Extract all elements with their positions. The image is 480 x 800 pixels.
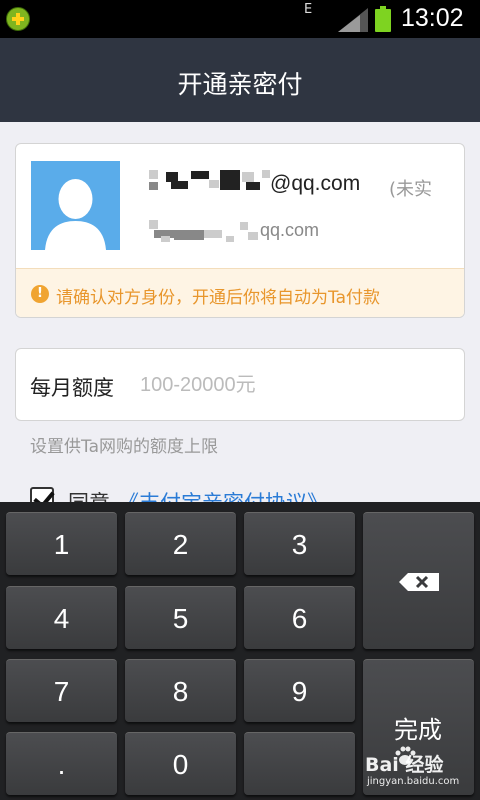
key-6[interactable]: 6 (244, 586, 355, 649)
monthly-limit-field[interactable]: 每月额度 (15, 348, 465, 421)
title-bar: 开通亲密付 (0, 38, 480, 122)
done-label: 完成 (394, 716, 442, 744)
key-4[interactable]: 4 (6, 586, 117, 649)
monthly-limit-label: 每月额度 (30, 376, 114, 400)
key-decimal[interactable]: . (6, 732, 117, 795)
key-2[interactable]: 2 (125, 512, 236, 575)
warning-banner: ! 请确认对方身份，开通后你将自动为Ta付款 (16, 268, 464, 317)
key-8[interactable]: 8 (125, 659, 236, 722)
key-0[interactable]: 0 (125, 732, 236, 795)
limit-hint: 设置供Ta网购的额度上限 (30, 437, 218, 457)
battery-icon (375, 6, 391, 32)
payee-name-note: (未实 (389, 179, 433, 200)
baidu-jingyan-watermark: Bai 经验 jingyan.baidu.com (363, 744, 475, 796)
plus-badge-icon (6, 7, 30, 31)
page-title: 开通亲密付 (177, 70, 303, 99)
watermark-url: jingyan.baidu.com (367, 776, 460, 787)
signal-icon (338, 8, 368, 32)
payee-email-secondary: qq.com (260, 220, 320, 240)
default-avatar-icon (31, 161, 120, 250)
paw-icon (395, 746, 416, 765)
status-bar: E 13:02 (0, 0, 480, 38)
monthly-limit-input[interactable] (140, 363, 450, 407)
warning-text: 请确认对方身份，开通后你将自动为Ta付款 (56, 288, 380, 308)
key-7[interactable]: 7 (6, 659, 117, 722)
key-5[interactable]: 5 (125, 586, 236, 649)
key-1[interactable]: 1 (6, 512, 117, 575)
key-3[interactable]: 3 (244, 512, 355, 575)
delete-key[interactable] (363, 512, 474, 649)
network-indicator: E (304, 2, 313, 17)
key-9[interactable]: 9 (244, 659, 355, 722)
payee-card: @qq.com (未实 qq.com ! 请确认对方身份，开通后你将自动为Ta付… (15, 143, 465, 318)
clock: 13:02 (401, 4, 464, 32)
exclamation-icon: ! (31, 285, 49, 303)
payee-email: @qq.com (270, 172, 361, 195)
key-blank[interactable] (244, 732, 355, 795)
backspace-icon (399, 573, 439, 591)
